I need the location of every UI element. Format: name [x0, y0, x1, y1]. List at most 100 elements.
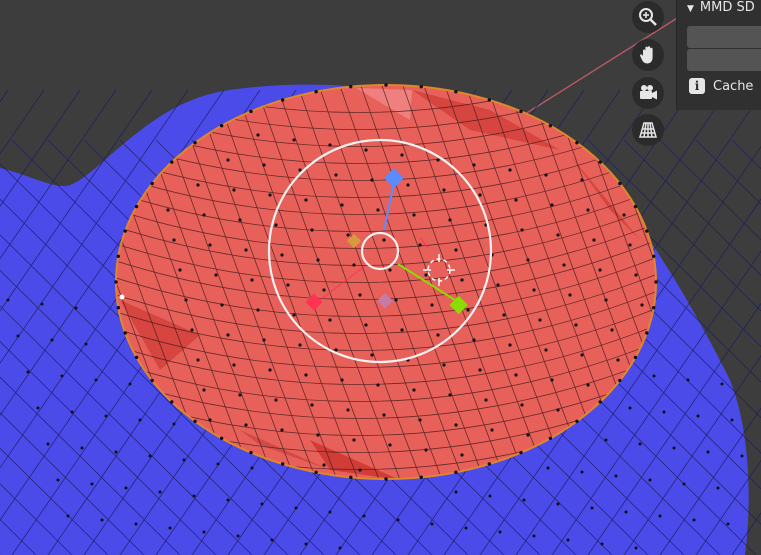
vertex-dot: [600, 542, 604, 546]
vertex-dot: [6, 298, 10, 302]
vertex-dot: [16, 334, 20, 338]
vertex-dot: [316, 433, 320, 437]
vertex-dot: [472, 338, 476, 342]
vertex-dot: [249, 109, 253, 114]
vertex-dot: [268, 193, 272, 197]
panel-field-bottom[interactable]: [687, 49, 761, 71]
vertex-dot: [628, 243, 632, 247]
vertex-dot: [184, 298, 188, 302]
vertex-dot: [548, 124, 553, 128]
vertex-dot: [166, 208, 170, 212]
vertex-dot: [66, 514, 70, 518]
vertex-dot: [634, 273, 638, 277]
vertex-dot: [466, 308, 470, 312]
vertex-dot: [328, 143, 332, 147]
vertex-dot: [550, 203, 554, 207]
vertex-dot: [598, 400, 602, 404]
vertex-dot: [706, 450, 710, 454]
vertex-dot: [352, 438, 356, 442]
vertex-dot: [123, 229, 127, 233]
3d-viewport[interactable]: ▼ MMD SD i Cache: [0, 0, 761, 555]
vertex-dot: [454, 490, 458, 494]
vertex-dot: [280, 253, 284, 257]
vertex-dot: [654, 280, 658, 284]
vertex-dot: [580, 353, 584, 357]
panel-field-top[interactable]: [687, 26, 761, 48]
vertex-dot: [244, 248, 248, 252]
vertex-dot: [400, 328, 404, 332]
vertex-dot: [618, 181, 622, 186]
vertex-dot: [514, 198, 518, 202]
vertex-dot: [128, 382, 132, 386]
panel-header[interactable]: ▼ MMD SD: [687, 0, 755, 15]
vertex-dot: [580, 178, 584, 182]
vertex-dot: [478, 368, 482, 372]
zoom-button[interactable]: [632, 1, 664, 33]
vertex-dot: [138, 418, 142, 422]
vertex-dot: [550, 378, 554, 382]
vertex-dot: [202, 530, 206, 534]
vertex-dot: [590, 506, 594, 510]
sidebar-panel: ▼ MMD SD i Cache: [676, 0, 761, 110]
vertex-dot: [604, 298, 608, 302]
pan-button[interactable]: [632, 39, 664, 71]
vertex-dot: [586, 208, 590, 212]
vertex-dot: [114, 280, 118, 284]
vertex-dot: [340, 378, 344, 382]
vertex-dot: [238, 218, 242, 222]
vertex-dot: [396, 518, 400, 522]
vertex-dot: [310, 228, 314, 232]
vertex-dot: [508, 343, 512, 347]
vertex-dot: [546, 466, 550, 470]
vertex-dot: [116, 254, 121, 258]
vertex-dot: [362, 514, 366, 518]
vertex-dot: [40, 302, 44, 306]
vertex-dot: [394, 298, 398, 302]
vertex-dot: [244, 423, 248, 427]
vertex-dot: [454, 248, 458, 252]
vertex-dot: [114, 450, 118, 454]
vertex-dot: [634, 546, 638, 550]
vertex-dot: [250, 278, 254, 282]
magnifier-plus-icon: [639, 8, 657, 26]
vertex-dot: [292, 313, 296, 317]
vertex-dot: [651, 254, 656, 258]
vertex-dot: [580, 470, 584, 474]
vertex-dot: [692, 518, 696, 522]
vertex-dot: [226, 333, 230, 337]
vertex-dot: [338, 546, 342, 550]
vertex-dot: [196, 358, 200, 362]
vertex-dot: [280, 428, 284, 432]
vertex-dot: [566, 538, 570, 542]
vertex-dot: [123, 331, 127, 335]
vertex-dot: [298, 168, 302, 172]
vertex-dot: [84, 342, 88, 346]
vertex-dot: [226, 498, 230, 502]
perspective-toggle-button[interactable]: [632, 114, 664, 146]
vertex-dot: [382, 413, 386, 417]
vertex-dot: [464, 526, 468, 530]
vertex-dot: [716, 486, 720, 490]
vertex-dot: [172, 422, 176, 426]
vertex-dot: [544, 348, 548, 352]
vertex-dot: [419, 84, 423, 89]
collapse-arrow-icon[interactable]: ▼: [687, 4, 694, 14]
vertex-dot: [672, 446, 676, 450]
vertex-dot: [148, 454, 152, 458]
vertex-dot: [260, 502, 264, 506]
vertex-dot: [310, 403, 314, 407]
vertex-dot: [262, 338, 266, 342]
vertex-dot: [514, 373, 518, 377]
vertex-dot: [322, 463, 326, 467]
vertex-dot: [358, 468, 362, 472]
vertex-dot: [346, 408, 350, 412]
vertex-dot: [519, 450, 523, 455]
panel-title: MMD SD: [699, 0, 755, 15]
vertex-dot: [442, 188, 446, 192]
vertex-dot: [36, 406, 40, 410]
camera-button[interactable]: [632, 77, 664, 109]
vertex-dot: [442, 363, 446, 367]
vertex-dot: [214, 273, 218, 277]
vertex-dot: [696, 414, 700, 418]
vertex-dot: [358, 293, 362, 297]
